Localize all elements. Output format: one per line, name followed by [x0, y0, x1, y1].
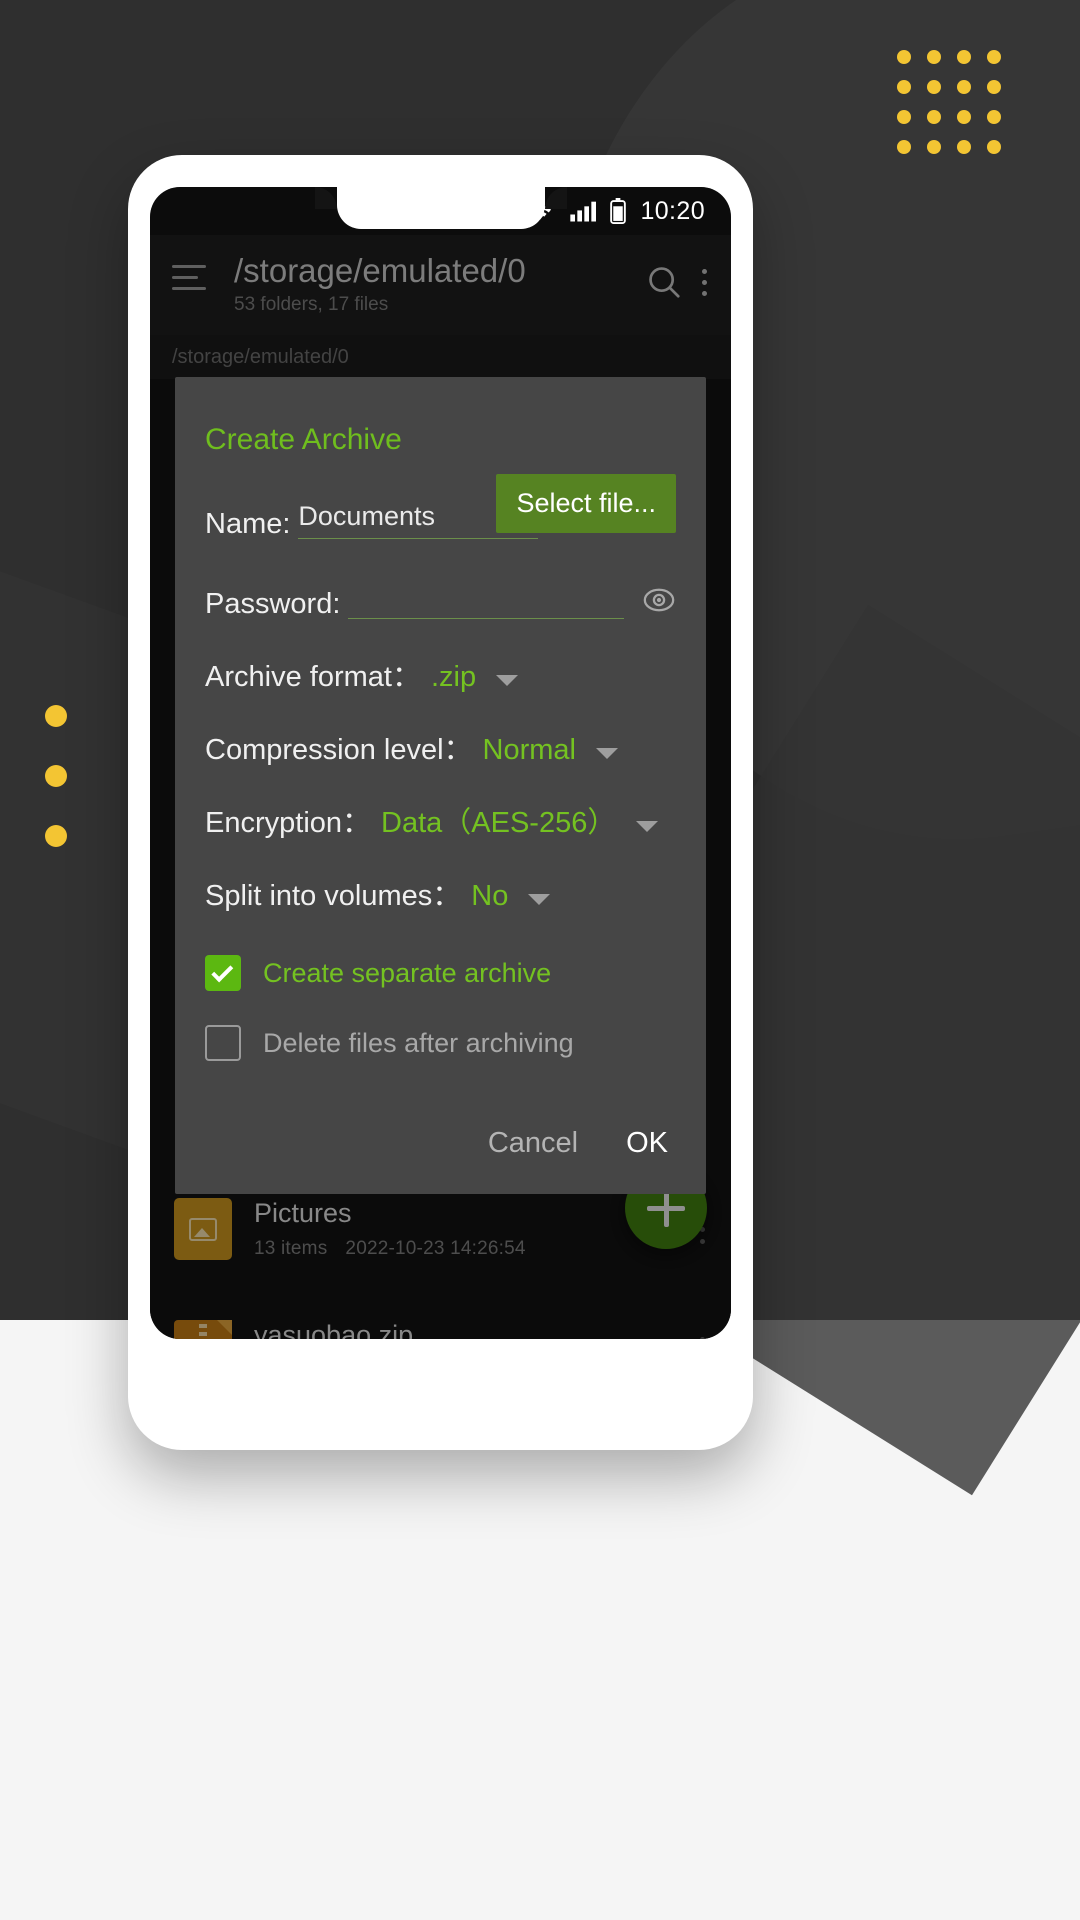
check-icon [211, 959, 234, 982]
chevron-down-icon[interactable] [636, 821, 659, 832]
archive-format-row[interactable]: Archive format： .zip [205, 663, 676, 692]
ok-button[interactable]: OK [626, 1127, 668, 1160]
cellular-signal-icon [570, 201, 597, 222]
archive-format-value: .zip [430, 661, 477, 693]
encryption-row[interactable]: Encryption： Data（AES-256） [205, 809, 676, 838]
split-volumes-value: No [471, 880, 509, 912]
compression-level-value: Normal [482, 734, 577, 766]
password-label: Password: [205, 588, 341, 620]
delete-files-after-archiving-row[interactable]: Delete files after archiving [205, 1025, 676, 1061]
create-separate-archive-row[interactable]: Create separate archive [205, 955, 676, 991]
decorative-dot-grid [897, 50, 1017, 170]
name-row: Name: Documents Select file... [205, 474, 676, 540]
compression-level-label: Compression level： [205, 734, 473, 766]
encryption-value: Data（AES-256） [381, 807, 617, 839]
password-input[interactable] [348, 583, 624, 619]
status-bar-clock: 10:20 [640, 196, 705, 225]
delete-files-after-archiving-checkbox[interactable] [205, 1025, 241, 1061]
phone-mockup: 10:20 /storage/emulated/0 53 folders, 17… [128, 155, 753, 1450]
chevron-down-icon[interactable] [528, 894, 551, 905]
dialog-actions: Cancel OK [205, 1127, 676, 1160]
cancel-button[interactable]: Cancel [488, 1127, 578, 1160]
delete-files-after-archiving-label: Delete files after archiving [263, 1027, 574, 1058]
create-separate-archive-label: Create separate archive [263, 957, 552, 988]
chevron-down-icon[interactable] [596, 748, 619, 759]
decorative-side-dots [45, 705, 67, 885]
battery-icon [610, 198, 627, 224]
phone-screen: 10:20 /storage/emulated/0 53 folders, 17… [150, 187, 731, 1339]
password-row: Password: [205, 583, 676, 619]
chevron-down-icon[interactable] [496, 675, 519, 686]
phone-notch [314, 187, 567, 229]
page-root: 10:20 /storage/emulated/0 53 folders, 17… [0, 0, 1080, 1920]
archive-format-label: Archive format： [205, 661, 421, 693]
create-archive-dialog: Create Archive Name: Documents Select fi… [175, 377, 706, 1194]
name-label: Name: [205, 508, 291, 540]
name-input-value: Documents [298, 501, 435, 531]
compression-level-row[interactable]: Compression level： Normal [205, 736, 676, 765]
dialog-title: Create Archive [205, 423, 402, 456]
split-volumes-row[interactable]: Split into volumes： No [205, 882, 676, 911]
eye-icon[interactable] [642, 583, 676, 617]
create-separate-archive-checkbox[interactable] [205, 955, 241, 991]
select-file-button[interactable]: Select file... [496, 474, 676, 533]
encryption-label: Encryption： [205, 807, 372, 839]
split-volumes-label: Split into volumes： [205, 880, 462, 912]
